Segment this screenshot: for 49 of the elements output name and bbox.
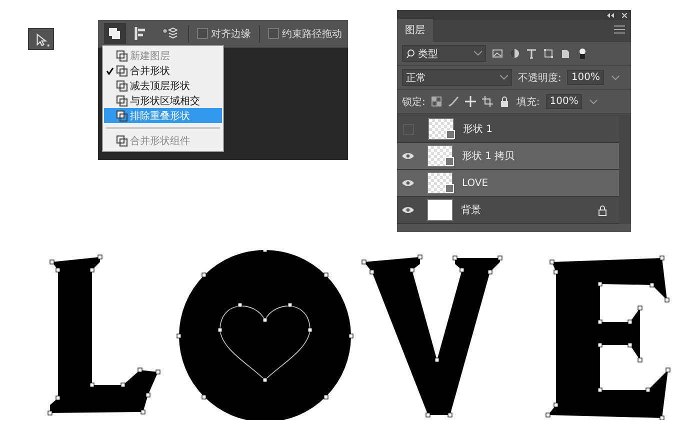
- layer-row[interactable]: 背景: [397, 197, 619, 224]
- smart-object-filter-icon[interactable]: [560, 48, 571, 59]
- layer-name: 背景: [461, 204, 481, 217]
- vector-mask-icon: [445, 184, 454, 192]
- shape-operation-icon: [116, 50, 128, 62]
- filter-dropdown[interactable]: 类型: [402, 45, 486, 62]
- adjustment-filter-icon[interactable]: [509, 48, 520, 59]
- menu-item[interactable]: 合并形状: [104, 63, 222, 78]
- layer-thumbnail: [427, 199, 453, 221]
- layer-name: LOVE: [462, 178, 488, 188]
- brush-icon[interactable]: [448, 96, 460, 107]
- checkbox-label: 对齐边缘: [211, 28, 251, 40]
- blend-mode-dropdown[interactable]: 正常: [402, 69, 512, 86]
- layer-row[interactable]: LOVE: [397, 170, 619, 197]
- lock-icon[interactable]: [499, 96, 510, 107]
- vector-mask-icon: [445, 156, 454, 166]
- layer-name: 形状 1 拷贝: [462, 150, 515, 163]
- crop-icon[interactable]: [482, 96, 494, 107]
- lock-transparency-icon[interactable]: [431, 96, 442, 107]
- filter-toggle-icon[interactable]: [577, 48, 588, 59]
- checkbox[interactable]: [197, 28, 208, 39]
- combine-shapes-icon[interactable]: [104, 23, 126, 44]
- layer-row[interactable]: 形状 1 拷贝: [397, 143, 619, 170]
- type-filter-icon[interactable]: [526, 48, 537, 59]
- opacity-field[interactable]: 100%: [567, 70, 604, 85]
- lock-label: 锁定:: [402, 96, 426, 108]
- fill-label: 填充:: [516, 96, 540, 108]
- checkbox[interactable]: [268, 28, 279, 39]
- menu-item[interactable]: 与形状区域相交: [104, 93, 222, 108]
- shape-operation-icon: [116, 110, 128, 122]
- fill-field[interactable]: 100%: [546, 94, 582, 109]
- opacity-label: 不透明度:: [518, 72, 562, 84]
- search-icon: [406, 49, 415, 58]
- shape-operation-icon: [116, 94, 128, 106]
- layer-row[interactable]: 形状 1: [397, 116, 619, 143]
- shape-operation-icon: [116, 64, 128, 76]
- move-icon[interactable]: [465, 96, 476, 107]
- layers-tab[interactable]: 图层: [397, 19, 433, 42]
- close-icon[interactable]: [622, 10, 627, 20]
- shape-operation-icon: [116, 80, 128, 92]
- menu-item[interactable]: 减去顶层形状: [104, 78, 222, 93]
- image-filter-icon[interactable]: [492, 48, 503, 59]
- collapse-icon[interactable]: [607, 10, 614, 20]
- layer-name: 形状 1: [463, 122, 493, 136]
- checkbox-label: 约束路径拖动: [282, 28, 342, 40]
- shape-filter-icon[interactable]: [543, 48, 554, 59]
- path-selection-tool-icon[interactable]: [28, 28, 54, 50]
- vector-mask-icon: [446, 130, 455, 138]
- shape-operation-icon: [116, 134, 128, 146]
